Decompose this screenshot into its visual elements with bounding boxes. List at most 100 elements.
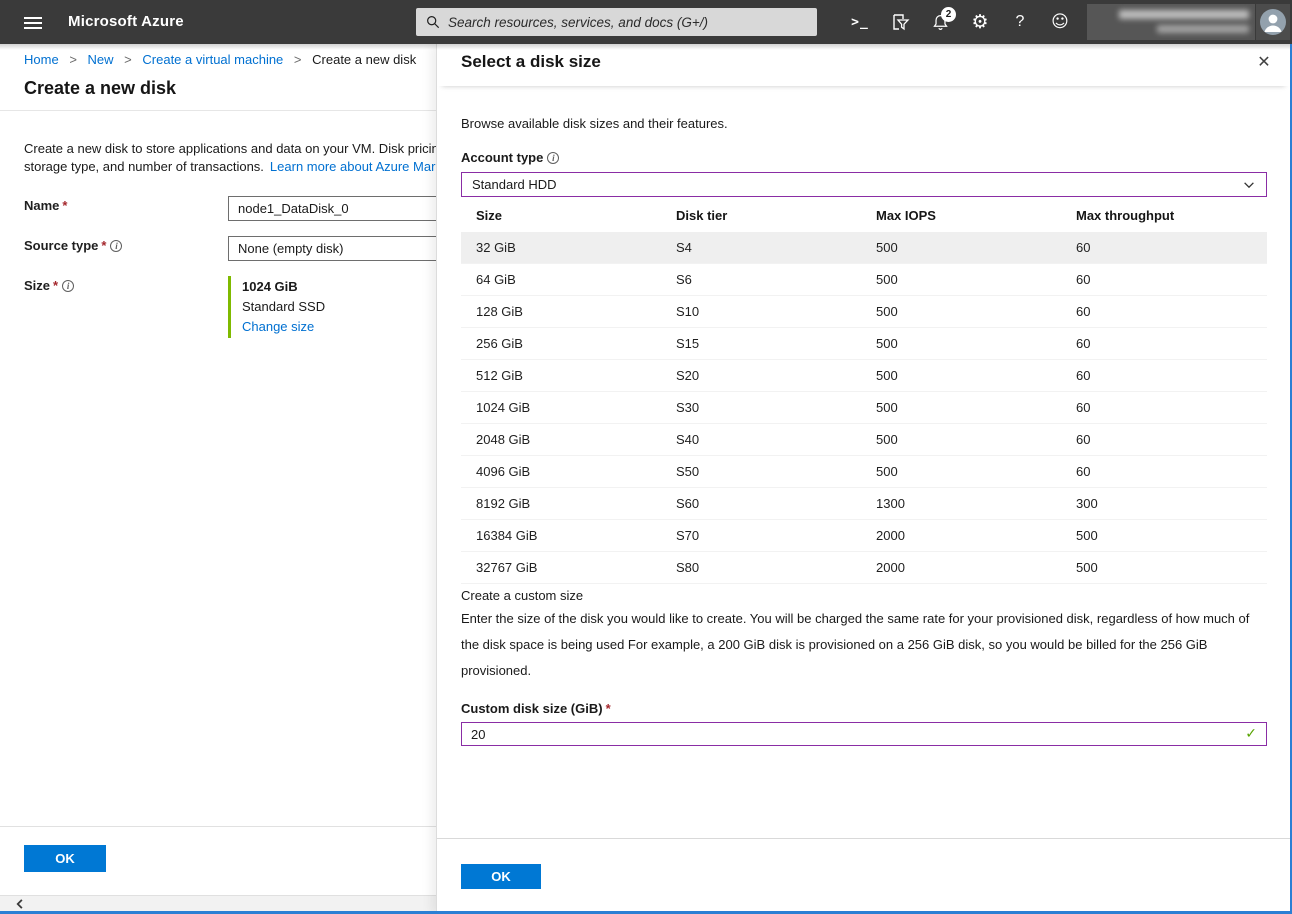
valid-check-icon: ✓ <box>1245 726 1257 742</box>
custom-disk-size-input[interactable] <box>462 723 1245 745</box>
disk-size-cell: S50 <box>661 456 861 487</box>
directory-filter-icon[interactable] <box>880 0 920 44</box>
disk-size-row[interactable]: 4096 GiBS5050060 <box>461 456 1267 488</box>
disk-size-row[interactable]: 128 GiBS1050060 <box>461 296 1267 328</box>
name-label: Name* <box>24 198 67 213</box>
breadcrumb-separator: > <box>124 52 132 67</box>
disk-size-cell: 128 GiB <box>461 296 661 327</box>
feedback-smiley-icon[interactable]: ☺ <box>1040 0 1080 44</box>
change-size-link[interactable]: Change size <box>242 317 325 337</box>
ok-button-panel[interactable]: OK <box>461 864 541 889</box>
required-asterisk: * <box>101 238 106 253</box>
disk-size-row[interactable]: 512 GiBS2050060 <box>461 360 1267 392</box>
disk-size-row[interactable]: 16384 GiBS702000500 <box>461 520 1267 552</box>
disk-size-cell: 60 <box>1061 264 1267 295</box>
disk-size-cell: 500 <box>861 264 1061 295</box>
disk-size-cell: 256 GiB <box>461 328 661 359</box>
disk-size-row[interactable]: 8192 GiBS601300300 <box>461 488 1267 520</box>
disk-size-cell: S70 <box>661 520 861 551</box>
chevron-down-icon <box>1242 178 1256 192</box>
user-avatar[interactable] <box>1256 4 1290 40</box>
source-type-label: Source type*i <box>24 238 122 253</box>
breadcrumb-create-vm[interactable]: Create a virtual machine <box>142 52 283 67</box>
disk-size-cell: 60 <box>1061 424 1267 455</box>
disk-size-cell: S15 <box>661 328 861 359</box>
breadcrumb-current: Create a new disk <box>312 52 416 67</box>
panel-footer-divider <box>437 838 1290 839</box>
disk-size-cell: 60 <box>1061 328 1267 359</box>
collapse-chevron-icon[interactable] <box>14 898 26 910</box>
column-header: Disk tier <box>661 200 861 232</box>
portal-title: Microsoft Azure <box>68 13 184 30</box>
global-search[interactable] <box>416 8 817 36</box>
size-summary: 1024 GiB Standard SSD Change size <box>228 276 325 338</box>
disk-table-body: 32 GiBS45006064 GiBS650060128 GiBS105006… <box>461 232 1267 584</box>
breadcrumb: Home > New > Create a virtual machine > … <box>24 52 416 67</box>
notification-badge: 2 <box>941 7 956 22</box>
account-type-value: Standard HDD <box>472 177 1242 192</box>
disk-size-cell: 2000 <box>861 520 1061 551</box>
source-type-input[interactable] <box>228 236 436 261</box>
search-icon <box>426 15 440 29</box>
required-asterisk: * <box>53 278 58 293</box>
disk-size-cell: 2048 GiB <box>461 424 661 455</box>
avatar-person-icon <box>1259 8 1287 36</box>
disk-size-cell: 60 <box>1061 232 1267 263</box>
disk-size-cell: S40 <box>661 424 861 455</box>
disk-size-cell: 2000 <box>861 552 1061 583</box>
disk-size-cell: 500 <box>861 296 1061 327</box>
azure-portal-screen: Microsoft Azure >_ <box>0 0 1292 914</box>
disk-size-cell: 500 <box>861 232 1061 263</box>
account-info-blurred[interactable] <box>1087 4 1255 40</box>
footer-divider <box>0 826 436 827</box>
disk-size-cell: 300 <box>1061 488 1267 519</box>
account-type-dropdown[interactable]: Standard HDD <box>461 172 1267 197</box>
description-line-1: Create a new disk to store applications … <box>24 140 436 158</box>
disk-size-row[interactable]: 64 GiBS650060 <box>461 264 1267 296</box>
disk-size-cell: 500 <box>861 328 1061 359</box>
info-icon: i <box>62 280 74 292</box>
disk-size-table: SizeDisk tierMax IOPSMax throughput 32 G… <box>461 200 1267 584</box>
disk-size-cell: 500 <box>861 360 1061 391</box>
custom-size-description: Enter the size of the disk you would lik… <box>461 606 1261 684</box>
disk-size-row[interactable]: 32767 GiBS802000500 <box>461 552 1267 584</box>
create-disk-page: Home > New > Create a virtual machine > … <box>0 44 436 914</box>
disk-size-cell: 60 <box>1061 456 1267 487</box>
disk-size-cell: S30 <box>661 392 861 423</box>
disk-size-row[interactable]: 2048 GiBS4050060 <box>461 424 1267 456</box>
disk-size-cell: 60 <box>1061 360 1267 391</box>
name-input[interactable] <box>228 196 436 221</box>
settings-gear-icon[interactable]: ⚙ <box>960 0 1000 44</box>
search-input[interactable] <box>448 15 807 30</box>
disk-size-cell: 1300 <box>861 488 1061 519</box>
breadcrumb-home[interactable]: Home <box>24 52 59 67</box>
disk-size-cell: 60 <box>1061 392 1267 423</box>
disk-size-cell: 32767 GiB <box>461 552 661 583</box>
breadcrumb-separator: > <box>69 52 77 67</box>
custom-disk-size-label: Custom disk size (GiB)* <box>461 701 611 716</box>
breadcrumb-separator: > <box>294 52 302 67</box>
disk-size-row[interactable]: 256 GiBS1550060 <box>461 328 1267 360</box>
disk-size-cell: S10 <box>661 296 861 327</box>
notifications-bell-icon[interactable]: 2 <box>920 0 960 44</box>
page-description: Create a new disk to store applications … <box>24 140 436 175</box>
learn-more-link[interactable]: Learn more about Azure Mar <box>270 159 435 174</box>
disk-size-cell: 60 <box>1061 296 1267 327</box>
close-icon[interactable]: ✕ <box>1252 50 1276 74</box>
size-type: Standard SSD <box>242 297 325 317</box>
info-icon: i <box>547 152 559 164</box>
disk-size-row[interactable]: 1024 GiBS3050060 <box>461 392 1267 424</box>
disk-size-cell: 8192 GiB <box>461 488 661 519</box>
help-icon[interactable]: ? <box>1000 0 1040 44</box>
ok-button-left[interactable]: OK <box>24 845 106 872</box>
breadcrumb-new[interactable]: New <box>88 52 114 67</box>
disk-size-cell: 500 <box>1061 520 1267 551</box>
size-label: Size*i <box>24 278 74 293</box>
column-header: Max IOPS <box>861 200 1061 232</box>
cloud-shell-icon[interactable]: >_ <box>840 0 880 44</box>
disk-size-row[interactable]: 32 GiBS450060 <box>461 232 1267 264</box>
hamburger-menu-icon[interactable] <box>12 11 54 33</box>
disk-size-cell: S6 <box>661 264 861 295</box>
custom-size-title: Create a custom size <box>461 588 583 603</box>
select-disk-size-panel: Select a disk size ✕ Browse available di… <box>436 44 1290 914</box>
